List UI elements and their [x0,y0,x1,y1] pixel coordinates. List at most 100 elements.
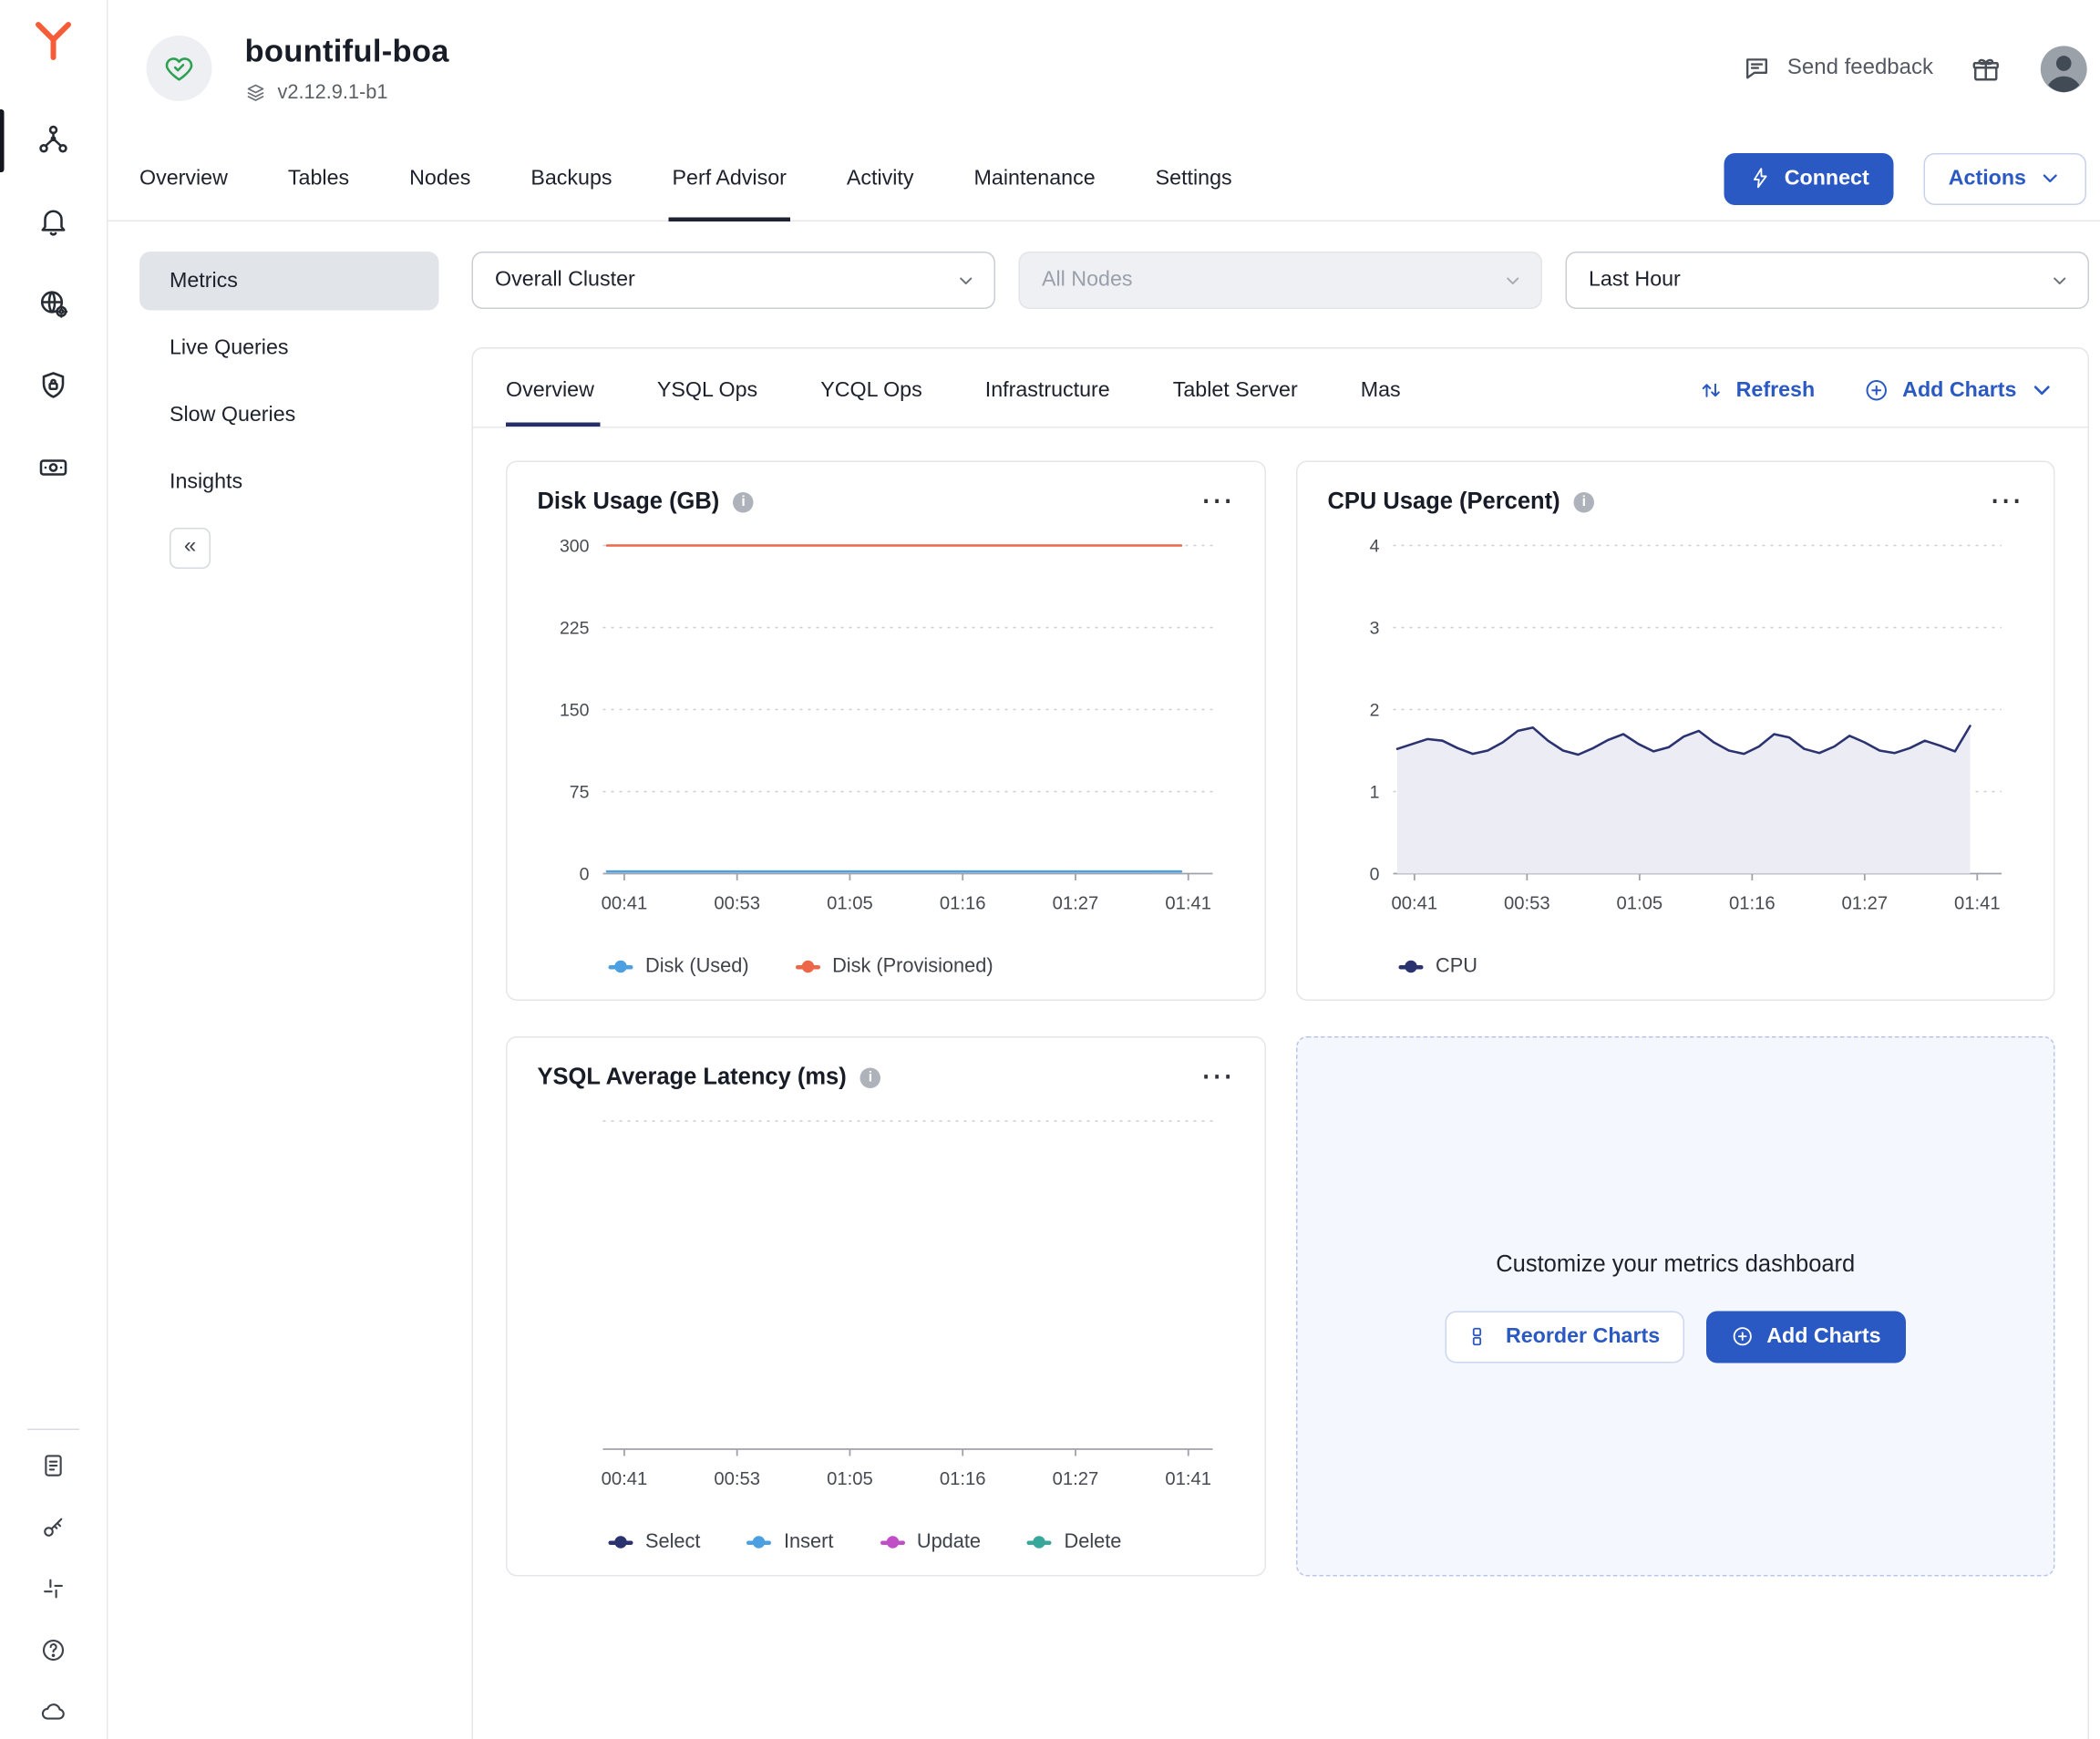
chart-menu-button[interactable]: ⋯ [1200,1067,1235,1087]
billing-money-icon [37,451,70,484]
svg-text:00:41: 00:41 [602,1469,648,1489]
svg-text:0: 0 [580,864,590,884]
tab-maintenance[interactable]: Maintenance [974,137,1096,221]
svg-text:01:05: 01:05 [827,1469,873,1489]
tab-activity[interactable]: Activity [847,137,914,221]
health-badge [147,36,212,101]
placeholder-add-charts-label: Add Charts [1766,1324,1880,1349]
plus-circle-icon [1731,1325,1755,1349]
subnav-item-insights[interactable]: Insights [139,453,439,512]
rail-item-alerts[interactable] [0,205,107,241]
rail-item-clusters[interactable] [0,123,107,159]
svg-text:01:27: 01:27 [1053,894,1099,914]
svg-text:00:41: 00:41 [602,894,648,914]
refresh-button[interactable]: Refresh [1698,377,1816,404]
cluster-scope-select[interactable]: Overall Cluster [472,252,996,309]
legend-item[interactable]: Select [609,1531,701,1553]
chart-title: CPU Usage (Percent) [1328,489,1560,516]
tab-nodes[interactable]: Nodes [409,137,470,221]
cluster-tabs: Overview Tables Nodes Backups Perf Advis… [139,137,1232,221]
chart-legend: Disk (Used) Disk (Provisioned) [609,956,1235,978]
metrics-tab-ycql-ops[interactable]: YCQL Ops [820,355,922,427]
info-icon[interactable]: i [733,491,754,512]
docs-icon[interactable] [40,1452,67,1479]
tab-tables[interactable]: Tables [288,137,349,221]
lightning-icon [1749,167,1773,190]
chart-card-disk-usage: Disk Usage (GB) i ⋯ 07515022530000:4100:… [506,461,1266,1002]
rail-item-billing[interactable] [0,451,107,487]
svg-text:2: 2 [1370,700,1380,720]
disk-usage-chart: 07515022530000:4100:5301:0501:1601:2701:… [538,527,1235,937]
legend-label: CPU [1436,956,1477,978]
legend-item[interactable]: Update [880,1531,981,1553]
info-icon[interactable]: i [1574,491,1595,512]
legend-marker [609,1540,633,1545]
rail-item-network[interactable] [0,287,107,323]
legend-item[interactable]: Disk (Used) [609,956,749,978]
svg-text:01:41: 01:41 [1165,894,1211,914]
rail-item-security[interactable] [0,369,107,405]
nodes-select-value: All Nodes [1042,268,1133,293]
send-feedback-button[interactable]: Send feedback [1742,54,1933,84]
info-icon[interactable]: i [860,1067,881,1088]
subnav-item-slow-queries[interactable]: Slow Queries [139,386,439,445]
cpu-usage-chart: 0123400:4100:5301:0501:1601:2701:41 [1328,527,2024,937]
cloud-status-icon[interactable] [40,1698,67,1725]
help-icon[interactable] [40,1637,67,1664]
sidebar-collapse-button[interactable]: « [170,528,211,569]
topbar: bountiful-boa v2.12.9.1-b1 Send feedback [108,0,2100,137]
tab-perf-advisor[interactable]: Perf Advisor [673,137,787,221]
connect-button[interactable]: Connect [1724,152,1894,204]
chart-legend: CPU [1399,956,2024,978]
metrics-tab-master-server-truncated[interactable]: Mas [1361,355,1401,427]
svg-text:01:16: 01:16 [940,1469,986,1489]
heart-check-icon [163,52,196,85]
legend-item[interactable]: Delete [1027,1531,1121,1553]
placeholder-add-charts-button[interactable]: Add Charts [1706,1311,1905,1363]
yugabyte-logo-icon[interactable] [32,19,76,63]
metrics-tab-ysql-ops[interactable]: YSQL Ops [657,355,757,427]
api-key-icon[interactable] [40,1514,67,1541]
tab-settings[interactable]: Settings [1156,137,1232,221]
legend-item[interactable]: CPU [1399,956,1477,978]
metrics-tabs: Overview YSQL Ops YCQL Ops Infrastructur… [506,355,1673,427]
legend-marker [1027,1540,1052,1545]
svg-text:3: 3 [1370,618,1380,638]
svg-text:00:53: 00:53 [714,1469,760,1489]
chart-legend: Select Insert Update Delete [609,1531,1235,1553]
add-charts-button[interactable]: Add Charts [1864,377,2054,404]
legend-label: Delete [1065,1531,1122,1553]
time-range-select[interactable]: Last Hour [1566,252,2090,309]
metrics-tab-tablet-server[interactable]: Tablet Server [1173,355,1298,427]
tab-overview[interactable]: Overview [139,137,228,221]
app-root: bountiful-boa v2.12.9.1-b1 Send feedback [0,0,2100,1739]
reorder-charts-button[interactable]: Reorder Charts [1446,1311,1684,1363]
svg-text:00:41: 00:41 [1392,894,1438,914]
subnav-item-metrics[interactable]: Metrics [139,252,439,311]
main-column: bountiful-boa v2.12.9.1-b1 Send feedback [108,0,2100,1739]
customize-actions: Reorder Charts Add Charts [1446,1311,1906,1363]
chart-menu-button[interactable]: ⋯ [1200,492,1235,512]
content: Metrics Live Queries Slow Queries Insigh… [108,221,2100,1739]
plus-circle-icon [1864,377,1890,404]
tab-backups[interactable]: Backups [530,137,612,221]
svg-text:1: 1 [1370,782,1380,802]
legend-marker [880,1540,904,1545]
actions-button[interactable]: Actions [1924,152,2086,204]
legend-marker [1399,964,1424,969]
legend-item[interactable]: Insert [746,1531,833,1553]
cluster-network-icon [37,123,70,156]
legend-item[interactable]: Disk (Provisioned) [796,956,993,978]
metrics-card: Overview YSQL Ops YCQL Ops Infrastructur… [472,347,2090,1739]
gift-icon[interactable] [1971,53,2002,85]
chart-menu-button[interactable]: ⋯ [1990,492,2024,512]
legend-marker [796,964,820,969]
subnav-item-live-queries[interactable]: Live Queries [139,319,439,378]
user-avatar[interactable] [2039,43,2090,94]
legend-label: Insert [784,1531,833,1553]
legend-label: Select [645,1531,700,1553]
slack-icon[interactable] [40,1575,67,1602]
metrics-tab-overview[interactable]: Overview [506,355,594,427]
reorder-charts-label: Reorder Charts [1506,1324,1660,1349]
metrics-tab-infrastructure[interactable]: Infrastructure [985,355,1110,427]
